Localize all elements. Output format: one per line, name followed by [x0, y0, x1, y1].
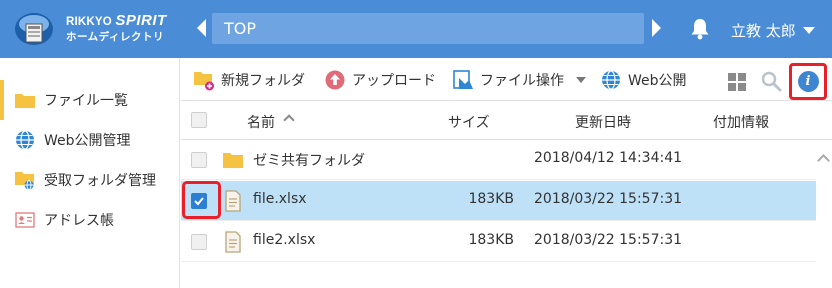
- row-checkbox[interactable]: [191, 152, 207, 168]
- sidebar-item-file-list[interactable]: ファイル一覧: [0, 80, 179, 120]
- current-path[interactable]: TOP: [212, 13, 644, 44]
- file-operations-caret-icon: [576, 77, 586, 83]
- brand-spirit: SPIRIT: [115, 12, 167, 29]
- selected-checkbox-highlight: [182, 181, 221, 219]
- file-operations-button[interactable]: ファイル操作: [452, 68, 586, 92]
- sidebar-item-label: Web公開管理: [44, 133, 131, 149]
- sidebar-item-receive-folder[interactable]: 受取フォルダ管理: [0, 160, 179, 200]
- file-icon: [225, 190, 241, 212]
- file-name: ゼミ共有フォルダ: [253, 153, 365, 169]
- file-icon: [225, 231, 241, 253]
- column-header-size[interactable]: サイズ: [448, 112, 490, 132]
- new-folder-button[interactable]: 新規フォルダ: [193, 68, 305, 92]
- file-name: file2.xlsx: [253, 232, 316, 248]
- file-table: 名前 サイズ 更新日時 付加情報 ゼミ共有フォルダ 2018/04/12 14:…: [181, 100, 832, 288]
- table-header: 名前 サイズ 更新日時 付加情報: [181, 100, 832, 140]
- upload-icon: [324, 69, 346, 91]
- column-header-updated[interactable]: 更新日時: [575, 112, 631, 132]
- file-size: 183KB: [468, 191, 514, 207]
- upload-button[interactable]: アップロード: [324, 68, 436, 92]
- sidebar: ファイル一覧 Web公開管理 受取フォルダ管理 アドレス帳: [0, 58, 180, 288]
- table-row[interactable]: file.xlsx 183KB 2018/03/22 15:57:31: [181, 181, 816, 221]
- column-header-extra-info[interactable]: 付加情報: [713, 112, 769, 132]
- folder-icon: [14, 90, 36, 110]
- sidebar-item-label: アドレス帳: [44, 213, 114, 229]
- app-header: RIKKYO SPIRIT ホームディレクトリ TOP 立教 太郎: [0, 0, 832, 58]
- sort-ascending-icon[interactable]: [283, 114, 295, 126]
- column-header-name[interactable]: 名前: [247, 112, 275, 132]
- globe-icon: [14, 130, 36, 150]
- file-date: 2018/03/22 15:57:31: [534, 191, 683, 207]
- web-publish-button[interactable]: Web公開: [600, 68, 687, 92]
- app-logo-icon: [15, 13, 53, 45]
- search-icon[interactable]: [760, 70, 782, 92]
- grid-view-icon[interactable]: [728, 73, 746, 91]
- bell-icon[interactable]: [690, 18, 710, 40]
- new-folder-icon: [193, 69, 215, 91]
- info-button[interactable]: i: [789, 63, 827, 100]
- sidebar-item-label: ファイル一覧: [44, 93, 128, 109]
- nav-back-arrow-icon[interactable]: [197, 19, 206, 37]
- brand: RIKKYO SPIRIT ホームディレクトリ: [66, 13, 167, 42]
- toolbar: 新規フォルダ アップロード ファイル操作 Web公開 i: [181, 58, 832, 100]
- brand-name: RIKKYO: [66, 16, 112, 28]
- file-name: file.xlsx: [253, 191, 307, 207]
- file-operations-label: ファイル操作: [480, 73, 564, 89]
- folder-icon: [223, 153, 243, 168]
- globe-icon: [600, 69, 622, 91]
- nav-forward-arrow-icon[interactable]: [652, 19, 661, 37]
- web-publish-label: Web公開: [628, 73, 687, 89]
- brand-subtitle: ホームディレクトリ: [66, 30, 164, 43]
- table-row[interactable]: file2.xlsx 183KB 2018/03/22 15:57:31: [181, 222, 816, 262]
- shared-folder-icon: [14, 170, 36, 190]
- info-icon: i: [797, 71, 819, 92]
- file-date: 2018/03/22 15:57:31: [534, 232, 683, 248]
- select-all-checkbox[interactable]: [191, 112, 207, 128]
- sidebar-item-web-publish[interactable]: Web公開管理: [0, 120, 179, 160]
- row-checkbox[interactable]: [191, 234, 207, 250]
- file-size: 183KB: [468, 232, 514, 248]
- sidebar-item-label: 受取フォルダ管理: [44, 173, 156, 189]
- user-menu-caret-icon[interactable]: [803, 27, 815, 34]
- new-folder-label: 新規フォルダ: [221, 73, 305, 89]
- user-name[interactable]: 立教 太郎: [731, 20, 796, 41]
- address-card-icon: [14, 210, 36, 230]
- file-date: 2018/04/12 14:34:41: [534, 150, 683, 166]
- sidebar-item-address-book[interactable]: アドレス帳: [0, 200, 179, 240]
- upload-label: アップロード: [352, 73, 436, 89]
- table-row[interactable]: ゼミ共有フォルダ 2018/04/12 14:34:41: [181, 140, 816, 180]
- file-operations-icon: [452, 69, 474, 91]
